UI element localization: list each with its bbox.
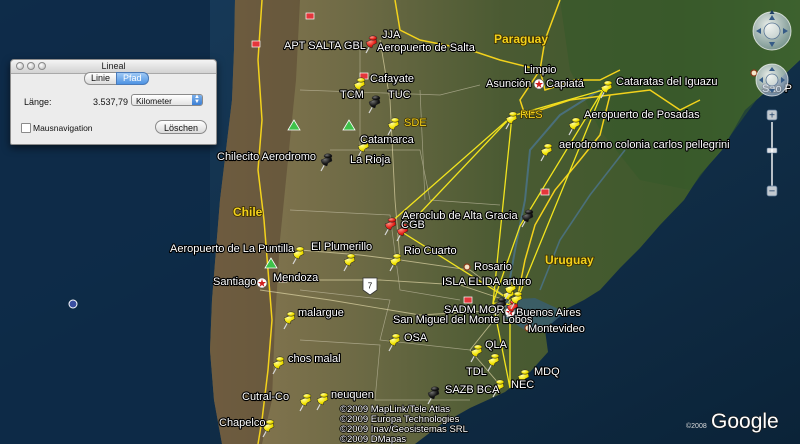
place-label: Chapelco — [219, 417, 265, 429]
route-shield-number: 7 — [368, 282, 373, 291]
place-label: SAZB BCA — [445, 384, 500, 396]
tab-pfad[interactable]: Pfad — [116, 72, 149, 85]
ruler-window[interactable]: Lineal Linie Pfad Länge: 3.537,79 Kilome… — [10, 59, 217, 145]
mouse-navigation-checkbox[interactable] — [21, 123, 31, 133]
place-label: Catamarca — [360, 134, 415, 146]
place-label: Limpio — [524, 64, 556, 76]
place-label: CGB — [401, 219, 425, 231]
city-dot — [463, 263, 471, 271]
place-label: TCM — [340, 89, 364, 101]
region-label-res: RES — [520, 109, 543, 121]
place-label: Santiago — [213, 276, 256, 288]
minimize-window-button[interactable] — [27, 62, 35, 70]
place-label: Cafayate — [370, 73, 414, 85]
place-label: Cataratas del Iguazu — [616, 76, 718, 88]
delete-button[interactable]: Löschen — [155, 120, 207, 134]
capital-star-icon — [256, 277, 268, 289]
country-label-chile: Chile — [233, 205, 263, 219]
capital-star-icon — [533, 78, 545, 90]
place-label: JJA — [382, 29, 401, 41]
copyright-line: ©2009 DMapas — [340, 434, 406, 444]
place-label: NEC — [511, 379, 534, 391]
zoom-thumb — [766, 147, 778, 154]
place-label: chos malal — [288, 353, 341, 365]
place-label: La Rioja — [350, 154, 391, 166]
ruler-mode-tabs[interactable]: Linie Pfad — [84, 72, 149, 85]
google-logo: Google — [711, 410, 779, 433]
place-label: TDL — [466, 366, 487, 378]
airport-icon — [463, 296, 473, 304]
close-window-button[interactable] — [16, 62, 24, 70]
place-label: El Plumerillo — [311, 241, 372, 253]
region-label-sde: SDE — [404, 117, 427, 129]
ruler-window-title: Lineal — [101, 61, 126, 71]
place-label: ISLA ELIDA arturo — [442, 276, 531, 288]
place-label: malargue — [298, 307, 344, 319]
place-label: Asunción — [486, 78, 531, 90]
city-dot — [750, 69, 758, 77]
airport-icon — [251, 40, 261, 48]
place-label: Rio Cuarto — [404, 245, 457, 257]
zoom-window-button[interactable] — [38, 62, 46, 70]
place-label: Aeropuerto de Salta — [377, 42, 476, 54]
place-label: APT SALTA GBL — [284, 40, 366, 52]
logo-copyright: ©2008 — [686, 422, 707, 430]
mouse-navigation-label: Mausnavigation — [33, 123, 93, 133]
place-label: TUC — [388, 89, 411, 101]
place-label: Chilecito Aerodromo — [217, 151, 316, 163]
length-value: 3.537,79 — [92, 97, 128, 107]
airport-icon — [305, 12, 315, 20]
place-label: Aeropuerto de Posadas — [584, 109, 700, 121]
place-label: San Miguel del Monte Lobos — [393, 314, 533, 326]
place-label: Capiatá — [546, 78, 585, 90]
zoom-in-icon: + — [769, 111, 775, 122]
place-label: QLA — [485, 339, 508, 351]
place-label: Montevideo — [528, 323, 585, 335]
airport-icon — [540, 188, 550, 196]
place-label: Cutral-Co — [242, 391, 289, 403]
unit-select-value: Kilometer — [136, 96, 172, 106]
select-arrows-icon: ▲ ▼ — [192, 94, 202, 105]
city-dot — [68, 299, 78, 309]
place-label: Aeropuerto de La Puntilla — [170, 243, 295, 255]
unit-select[interactable]: Kilometer ▲ ▼ — [131, 94, 203, 106]
tab-linie[interactable]: Linie — [84, 72, 117, 85]
country-label-uruguay: Uruguay — [545, 253, 594, 267]
navigation-compass-icon[interactable] — [755, 63, 789, 97]
zoom-out-icon: − — [769, 186, 775, 198]
place-label: Rosario — [474, 261, 512, 273]
place-label: MDQ — [534, 366, 560, 378]
place-label: neuquen — [331, 389, 374, 401]
place-label: Mendoza — [273, 272, 319, 284]
place-label: OSA — [404, 332, 428, 344]
country-label-paraguay: Paraguay — [494, 32, 548, 46]
length-label: Länge: — [24, 97, 52, 107]
place-label: aerodromo colonia carlos pellegrini — [559, 139, 730, 151]
